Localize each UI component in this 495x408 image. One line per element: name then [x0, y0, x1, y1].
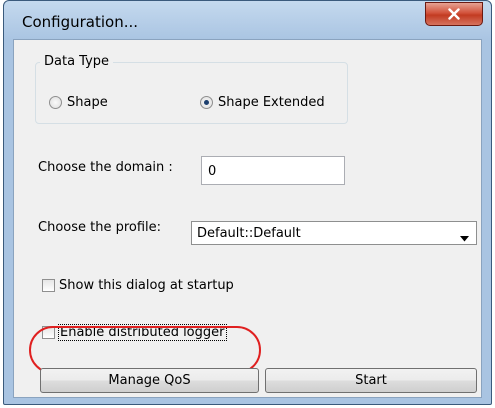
radio-shape-button[interactable]: [49, 96, 62, 109]
radio-shape-label: Shape: [67, 95, 108, 110]
domain-label: Choose the domain :: [38, 160, 173, 175]
enable-logger-checkbox-row[interactable]: Enable distributed logger: [42, 324, 227, 341]
dialog-client-area: Data Type Shape Shape Extended Choose th…: [13, 39, 482, 398]
data-type-group: [35, 62, 348, 124]
data-type-legend: Data Type: [40, 54, 114, 69]
window-title: Configuration...: [22, 13, 139, 31]
show-dialog-checkbox-row[interactable]: Show this dialog at startup: [42, 278, 234, 293]
manage-qos-button[interactable]: Manage QoS: [40, 368, 259, 393]
title-bar[interactable]: Configuration...: [4, 1, 491, 35]
radio-shape-extended-label: Shape Extended: [218, 95, 325, 110]
radio-shape-extended-button[interactable]: [200, 96, 213, 109]
enable-logger-label: Enable distributed logger: [58, 324, 227, 341]
close-icon: [448, 8, 460, 20]
start-button[interactable]: Start: [265, 368, 477, 393]
radio-shape-extended[interactable]: Shape Extended: [200, 95, 325, 110]
profile-selected-value: Default::Default: [197, 226, 301, 241]
domain-input[interactable]: [201, 156, 345, 185]
show-dialog-checkbox[interactable]: [42, 279, 55, 292]
configuration-dialog: Configuration... Data Type Shape Shape E…: [3, 0, 492, 405]
close-button[interactable]: [425, 2, 483, 26]
show-dialog-label: Show this dialog at startup: [59, 278, 234, 293]
chevron-down-icon[interactable]: [460, 231, 469, 246]
radio-shape[interactable]: Shape: [49, 95, 108, 110]
profile-label: Choose the profile:: [38, 220, 162, 235]
profile-dropdown[interactable]: Default::Default: [191, 221, 477, 245]
enable-logger-checkbox[interactable]: [42, 326, 55, 339]
